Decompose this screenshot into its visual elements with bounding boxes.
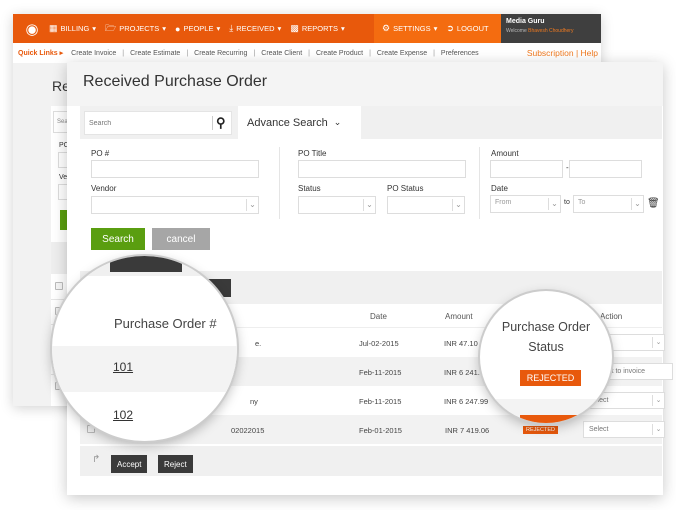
quick-link-create-product[interactable]: Create Product bbox=[316, 50, 363, 57]
search-input[interactable] bbox=[85, 112, 203, 135]
row-action-select[interactable]: Select⌄ bbox=[583, 421, 665, 438]
gear-icon: ⚙ bbox=[382, 23, 391, 33]
quick-link-create-expense[interactable]: Create Expense bbox=[377, 50, 427, 57]
caret-icon: ▾ bbox=[162, 24, 166, 33]
page-title: Received Purchase Order bbox=[83, 73, 268, 90]
chevron-down-icon: ⌄ bbox=[246, 199, 258, 211]
po-title-input[interactable] bbox=[298, 160, 466, 178]
date-to-select[interactable]: To ⌄ bbox=[573, 195, 644, 213]
search-button[interactable]: Search bbox=[91, 228, 145, 250]
row-date: Feb-01-2015 bbox=[359, 426, 402, 435]
company-name: Media Guru bbox=[506, 18, 545, 25]
quick-link-create-client[interactable]: Create Client bbox=[261, 50, 302, 57]
person-icon: ● bbox=[175, 23, 181, 34]
nav-right-group: ⚙ SETTINGS ▾ ➲ LOGOUT bbox=[374, 14, 501, 43]
bulk-arrow-icon: ↱ bbox=[92, 454, 101, 465]
magnified-po-heading: Purchase Order # bbox=[114, 316, 217, 331]
po-link-102[interactable]: 102 bbox=[113, 408, 133, 422]
quick-link-create-recurring[interactable]: Create Recurring bbox=[194, 50, 247, 57]
po-number-label: PO # bbox=[91, 149, 110, 158]
status-badge: REJECTED bbox=[523, 426, 559, 434]
trash-icon[interactable]: 🗑 bbox=[647, 198, 660, 209]
nav-projects[interactable]: 🗁 PROJECTS ▾ bbox=[105, 21, 166, 37]
nav-reports[interactable]: ▩ REPORTS ▾ bbox=[290, 23, 344, 34]
row-date: Jul-02-2015 bbox=[359, 339, 399, 348]
search-icon[interactable]: ⚲ bbox=[216, 115, 226, 131]
quick-links-bar: Quick Links ▸ Create Invoice | Create Est… bbox=[13, 43, 601, 63]
po-status-label: PO Status bbox=[387, 184, 424, 193]
nav-logout[interactable]: ➲ LOGOUT bbox=[446, 23, 488, 34]
nav-settings[interactable]: ⚙ SETTINGS ▾ bbox=[382, 23, 437, 34]
chevron-down-icon: ⌄ bbox=[452, 199, 464, 211]
dashboard-logo-icon[interactable]: ◉ bbox=[21, 18, 43, 40]
date-label: Date bbox=[491, 184, 508, 193]
chevron-down-icon: ⌄ bbox=[631, 198, 643, 210]
top-navigation: ◉ ▦ BILLING ▾ 🗁 PROJECTS ▾ ● PEOPLE ▾ ⤓ RECEIVE… bbox=[13, 14, 601, 43]
caret-icon: ▾ bbox=[92, 24, 97, 33]
caret-icon: ▾ bbox=[277, 24, 282, 33]
po-status-select[interactable]: ⌄ bbox=[387, 196, 465, 214]
calculator-icon: ▦ bbox=[49, 23, 58, 33]
download-icon: ⤓ bbox=[229, 23, 234, 33]
page-header: Received Purchase Order bbox=[67, 62, 663, 106]
magnifier-status: Purchase Order Status REJECTED bbox=[480, 291, 612, 423]
status-select[interactable]: ⌄ bbox=[298, 196, 376, 214]
caret-icon: ▾ bbox=[433, 24, 438, 33]
logout-icon: ➲ bbox=[446, 23, 454, 33]
accept-button[interactable]: Accept bbox=[111, 455, 148, 473]
magnified-status-heading: Purchase Order Status bbox=[501, 320, 591, 354]
cancel-button[interactable]: cancel bbox=[152, 228, 210, 250]
amount-from-input[interactable] bbox=[490, 160, 563, 178]
reject-button[interactable]: Reject bbox=[158, 455, 193, 473]
po-link-101[interactable]: 101 bbox=[113, 360, 133, 374]
chevron-down-icon: ⌄ bbox=[652, 424, 664, 435]
nav-people[interactable]: ● PEOPLE ▾ bbox=[175, 24, 220, 34]
welcome-text: Welcome Bhavesh Choudhery bbox=[506, 28, 574, 34]
bar-chart-icon: ▩ bbox=[290, 23, 299, 33]
date-from-select[interactable]: From ⌄ bbox=[490, 195, 561, 213]
magnifier-po-number: Purchase Order # 101 102 bbox=[52, 256, 237, 441]
amount-label: Amount bbox=[491, 149, 519, 158]
row-amount: INR 47.10 bbox=[444, 339, 478, 348]
rejected-status-badge: REJECTED bbox=[520, 370, 581, 386]
chevron-down-icon: ⌄ bbox=[333, 117, 342, 127]
row-date: Feb-11-2015 bbox=[359, 397, 402, 406]
user-box: Media Guru Welcome Bhavesh Choudhery bbox=[501, 14, 601, 43]
quick-link-create-invoice[interactable]: Create Invoice bbox=[71, 50, 116, 57]
nav-received[interactable]: ⤓ RECEIVED ▾ bbox=[229, 23, 281, 34]
quick-link-preferences[interactable]: Preferences bbox=[441, 50, 479, 57]
background-checkbox[interactable] bbox=[55, 282, 63, 290]
subscription-help-link[interactable]: Subscription | Help bbox=[527, 48, 598, 58]
chevron-down-icon: ⌄ bbox=[363, 199, 375, 211]
po-title-label: PO Title bbox=[298, 149, 327, 158]
chevron-down-icon: ⌄ bbox=[652, 337, 664, 348]
vendor-select[interactable]: ⌄ bbox=[91, 196, 259, 214]
caret-icon: ▾ bbox=[216, 24, 221, 33]
user-name[interactable]: Bhavesh Choudhery bbox=[528, 28, 573, 34]
column-amount[interactable]: Amount bbox=[445, 312, 473, 321]
amount-to-input[interactable] bbox=[569, 160, 642, 178]
chevron-down-icon: ⌄ bbox=[652, 395, 664, 406]
status-label: Status bbox=[298, 184, 321, 193]
po-number-input[interactable] bbox=[91, 160, 259, 178]
background-vendor-label: Ve bbox=[59, 174, 68, 181]
advance-search-tab[interactable]: Advance Search ⌄ bbox=[238, 106, 361, 139]
search-box: ⚲ bbox=[84, 111, 232, 135]
vendor-label: Vendor bbox=[91, 184, 117, 193]
quick-link-create-estimate[interactable]: Create Estimate bbox=[130, 50, 180, 57]
row-amount: INR 7 419.06 bbox=[445, 426, 490, 435]
row-date: Feb-11-2015 bbox=[359, 368, 402, 377]
magnified-accept-button bbox=[110, 256, 182, 272]
folder-icon: 🗁 bbox=[105, 22, 117, 33]
chevron-down-icon: ⌄ bbox=[548, 198, 560, 210]
nav-billing[interactable]: ▦ BILLING ▾ bbox=[49, 23, 96, 34]
caret-icon: ▾ bbox=[340, 24, 345, 33]
column-date[interactable]: Date bbox=[370, 312, 387, 321]
quick-links-label: Quick Links ▸ bbox=[18, 50, 64, 57]
